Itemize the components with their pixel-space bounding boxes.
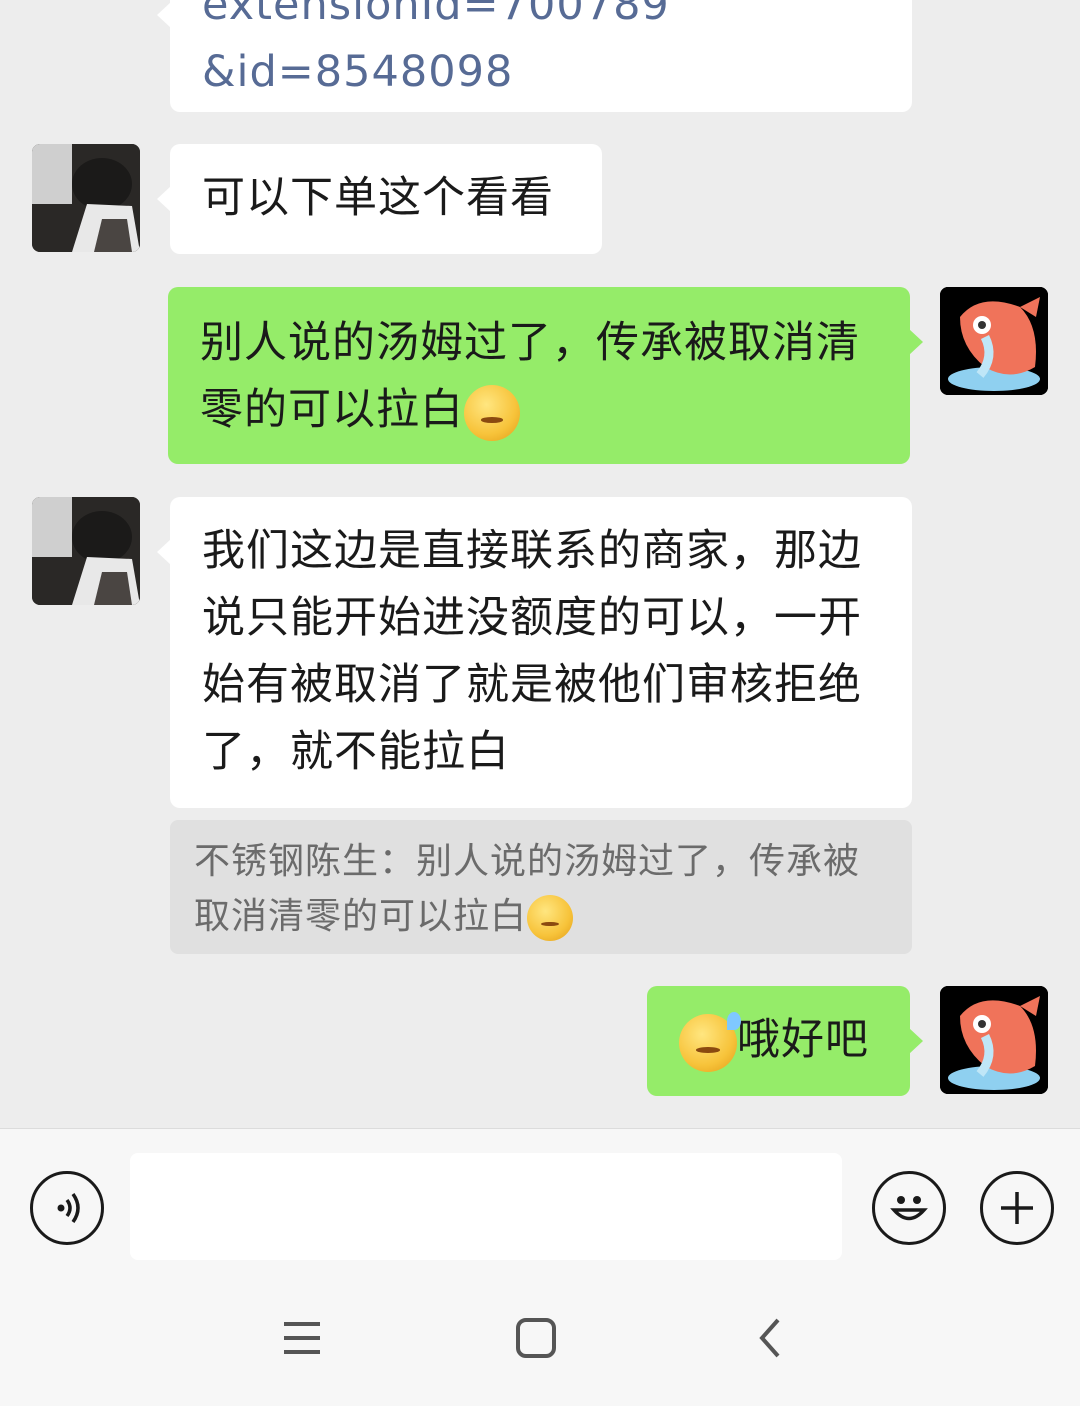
smiley-icon [890, 1196, 928, 1221]
message-text-line-4: 了，就不能拉白 [202, 727, 510, 777]
sweat-face-emoji [679, 1011, 741, 1072]
message-text-line-1: 我们这边是直接联系的商家，那边 [202, 526, 862, 576]
message-text-line-1: 别人说的汤姆过了，传承被取消清 [200, 318, 860, 368]
message-bubble-outgoing[interactable]: 哦好吧 [647, 986, 923, 1096]
message-bubble-incoming[interactable]: 可以下单这个看看 [157, 144, 602, 254]
menu-icon[interactable] [280, 1316, 324, 1360]
message-text-line-2: 零的可以拉白 [200, 377, 878, 444]
message-bubble-incoming[interactable]: 我们这边是直接联系的商家，那边 说只能开始进没额度的可以，一开 始有被取消了就是… [157, 497, 912, 808]
self-avatar[interactable] [940, 287, 1048, 395]
contact-avatar[interactable] [32, 144, 140, 252]
message-text: 可以下单这个看看 [202, 173, 554, 223]
self-avatar[interactable] [940, 986, 1048, 1094]
message-text-line-2: 说只能开始进没额度的可以，一开 [202, 593, 862, 643]
home-icon[interactable] [514, 1316, 558, 1360]
message-text: 哦好吧 [737, 1015, 869, 1065]
plus-icon [1001, 1192, 1033, 1224]
quote-line-1: 不锈钢陈生：别人说的汤姆过了，传承被 [194, 841, 861, 882]
contact-avatar[interactable] [32, 497, 140, 605]
message-text-line-3: 始有被取消了就是被他们审核拒绝 [202, 660, 862, 710]
message-text-line-2-text: 零的可以拉白 [200, 385, 464, 435]
link-line-2[interactable]: &id=8548098 [202, 39, 880, 106]
emoji-button[interactable] [872, 1171, 946, 1245]
message-input[interactable] [130, 1153, 842, 1260]
back-icon[interactable] [748, 1316, 792, 1360]
message-link-bubble[interactable]: extensionId=700789 &id=8548098 [157, 0, 912, 112]
input-toolbar [0, 1128, 1080, 1279]
message-bubble-outgoing[interactable]: 别人说的汤姆过了，传承被取消清 零的可以拉白 [168, 287, 923, 464]
shushing-face-emoji [464, 384, 520, 441]
voice-icon [57, 1192, 80, 1224]
quote-line-2-text: 取消清零的可以拉白 [194, 896, 528, 937]
chat-area[interactable]: extensionId=700789 &id=8548098 可以下单这个看看 … [0, 0, 1080, 1128]
shushing-face-emoji [527, 895, 574, 941]
system-navigation-bar [0, 1278, 1080, 1406]
more-button[interactable] [980, 1171, 1054, 1245]
quoted-message[interactable]: 不锈钢陈生：别人说的汤姆过了，传承被 取消清零的可以拉白 [170, 820, 912, 954]
quote-line-2: 取消清零的可以拉白 [194, 889, 888, 944]
link-line-1[interactable]: extensionId=700789 [202, 0, 880, 39]
voice-button[interactable] [30, 1171, 104, 1245]
